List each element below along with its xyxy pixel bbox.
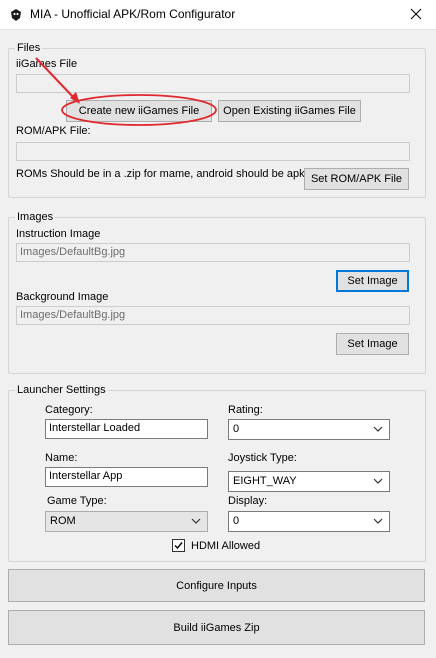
rating-select[interactable]: 0 — [228, 419, 390, 440]
rom-apk-file-label: ROM/APK File: — [16, 125, 91, 137]
build-iigames-zip-label: Build iiGames Zip — [173, 621, 260, 634]
close-button[interactable] — [396, 0, 436, 30]
rating-label: Rating: — [228, 404, 263, 416]
joystick-type-select[interactable]: EIGHT_WAY — [228, 471, 390, 492]
rating-value: 0 — [233, 423, 240, 435]
hdmi-allowed-checkbox[interactable] — [172, 539, 185, 552]
name-label: Name: — [45, 452, 78, 464]
chevron-down-icon — [191, 516, 201, 526]
display-select[interactable]: 0 — [228, 511, 390, 532]
iigames-file-field[interactable] — [16, 74, 410, 93]
display-value: 0 — [233, 515, 240, 527]
display-label: Display: — [228, 495, 268, 507]
instruction-image-label: Instruction Image — [16, 228, 101, 240]
set-background-image-button[interactable]: Set Image — [336, 333, 409, 355]
app-icon — [8, 7, 24, 23]
set-rom-apk-button[interactable]: Set ROM/APK File — [304, 168, 409, 190]
chevron-down-icon — [373, 424, 383, 434]
title-bar: MIA - Unofficial APK/Rom Configurator — [0, 0, 436, 30]
images-legend: Images — [15, 211, 56, 223]
game-type-label: Game Type: — [47, 495, 107, 507]
game-type-value: ROM — [50, 515, 76, 527]
create-iigames-file-button[interactable]: Create new iiGames File — [66, 100, 212, 122]
launcher-settings-legend: Launcher Settings — [15, 384, 108, 396]
files-legend: Files — [15, 42, 43, 54]
joystick-type-value: EIGHT_WAY — [233, 475, 297, 487]
open-iigames-file-button[interactable]: Open Existing iiGames File — [218, 100, 361, 122]
background-image-label: Background Image — [16, 291, 109, 303]
rom-apk-file-field[interactable] — [16, 142, 410, 161]
instruction-image-field[interactable]: Images/DefaultBg.jpg — [16, 243, 410, 262]
category-input[interactable]: Interstellar Loaded — [45, 419, 208, 439]
category-label: Category: — [45, 404, 93, 416]
joystick-type-label: Joystick Type: — [228, 452, 297, 464]
game-type-select[interactable]: ROM — [45, 511, 208, 532]
chevron-down-icon — [373, 476, 383, 486]
close-icon — [410, 8, 422, 23]
hdmi-allowed-label[interactable]: HDMI Allowed — [191, 540, 260, 552]
set-instruction-image-button[interactable]: Set Image — [336, 270, 409, 292]
background-image-field[interactable]: Images/DefaultBg.jpg — [16, 306, 410, 325]
rom-hint-text: ROMs Should be in a .zip for mame, andro… — [16, 168, 308, 180]
chevron-down-icon — [373, 516, 383, 526]
window-title: MIA - Unofficial APK/Rom Configurator — [30, 7, 236, 21]
configure-inputs-label: Configure Inputs — [176, 579, 257, 592]
configure-inputs-button[interactable]: Configure Inputs — [8, 569, 425, 602]
iigames-file-label: iiGames File — [16, 58, 78, 70]
name-input[interactable]: Interstellar App — [45, 467, 208, 487]
build-iigames-zip-button[interactable]: Build iiGames Zip — [8, 610, 425, 645]
